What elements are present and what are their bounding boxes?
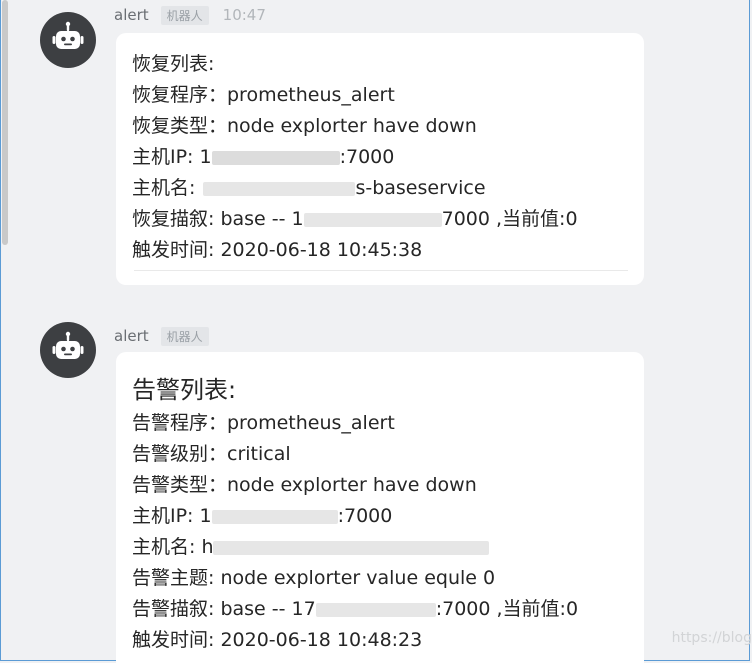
redacted-ip <box>211 150 340 165</box>
sender-name[interactable]: alert <box>114 6 149 24</box>
trigger-time: 触发时间: 2020-06-18 10:48:23 <box>132 629 423 651</box>
recovery-desc-suffix: 7000 ,当前值:0 <box>441 208 578 230</box>
redacted-ip <box>211 509 338 524</box>
recovery-desc-label: 恢复描叙: base -- 1 <box>132 208 304 230</box>
alert-subject: 告警主题: node explorter value equle 0 <box>132 567 496 589</box>
message-header: alert 机器人 <box>114 325 209 347</box>
message-header: alert 机器人 10:47 <box>114 4 266 26</box>
recovery-type: 恢复类型：node explorter have down <box>132 115 477 137</box>
message-bubble[interactable]: 告警列表: 告警程序：prometheus_alert 告警级别：critica… <box>116 352 644 663</box>
sender-name[interactable]: alert <box>114 327 149 345</box>
hostname-suffix: s-baseservice <box>355 177 486 199</box>
bot-badge: 机器人 <box>160 326 209 346</box>
bot-badge: 机器人 <box>160 5 209 25</box>
message-bubble[interactable]: 恢复列表: 恢复程序：prometheus_alert 恢复类型：node ex… <box>116 33 644 285</box>
recovery-title: 恢复列表: <box>132 53 215 75</box>
hostname-line: 主机名: s-baseservice <box>132 173 630 204</box>
watermark: https://blog <box>671 630 752 646</box>
host-ip-line: 主机IP: 1 :7000 <box>132 142 630 173</box>
alert-level: 告警级别：critical <box>132 443 291 465</box>
alert-program: 告警程序：prometheus_alert <box>132 412 395 434</box>
redacted-hostname <box>203 181 356 196</box>
host-ip-port: :7000 <box>337 505 393 527</box>
alert-type: 告警类型：node explorter have down <box>132 474 477 496</box>
robot-avatar-icon[interactable] <box>40 322 96 378</box>
robot-avatar-icon[interactable] <box>40 12 96 68</box>
alert-title: 告警列表: <box>132 376 237 404</box>
divider <box>134 270 628 271</box>
hostname-label: 主机名: h <box>132 536 214 558</box>
alert-desc-line: 告警描叙: base -- 17 :7000 ,当前值:0 <box>132 594 630 625</box>
redacted-hostname <box>213 540 490 555</box>
hostname-label: 主机名: <box>132 177 202 199</box>
message-time: 10:47 <box>222 6 266 24</box>
host-ip-line: 主机IP: 1 :7000 <box>132 501 630 532</box>
recovery-program: 恢复程序：prometheus_alert <box>132 84 395 106</box>
alert-desc-suffix: :7000 ,当前值:0 <box>435 598 579 620</box>
trigger-time: 触发时间: 2020-06-18 10:45:38 <box>132 239 423 261</box>
redacted-desc-ip <box>315 602 436 617</box>
scrollbar-thumb[interactable] <box>2 0 8 245</box>
host-ip-label: 主机IP: 1 <box>132 505 212 527</box>
host-ip-port: :7000 <box>339 146 395 168</box>
scrollbar[interactable] <box>0 0 10 663</box>
recovery-desc-line: 恢复描叙: base -- 1 7000 ,当前值:0 <box>132 204 630 235</box>
host-ip-label: 主机IP: 1 <box>132 146 212 168</box>
hostname-line: 主机名: h <box>132 532 630 563</box>
redacted-desc-ip <box>303 212 442 227</box>
alert-desc-label: 告警描叙: base -- 17 <box>132 598 316 620</box>
